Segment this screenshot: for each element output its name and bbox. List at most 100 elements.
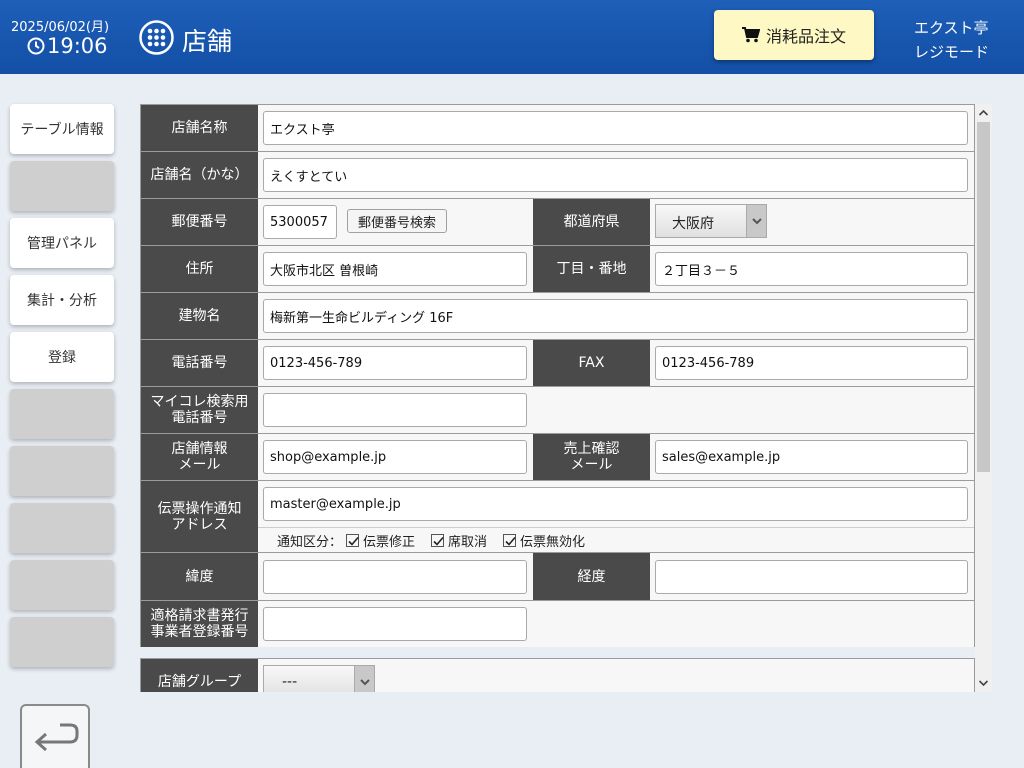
sidebar-item-empty <box>10 389 114 439</box>
invoice-label-line2: 事業者登録番号 <box>150 624 249 640</box>
shop-mail-label-line2: メール <box>178 457 221 473</box>
address-input[interactable]: 大阪市北区 曽根崎 <box>263 252 527 286</box>
store-form: 店舗名称 エクスト亭 店舗名（かな） えくすとてい 郵便番号 5300057 郵… <box>140 104 975 647</box>
shop-mail-input[interactable]: shop@example.jp <box>263 440 527 474</box>
postal-search-button[interactable]: 郵便番号検索 <box>347 209 447 233</box>
prefecture-label: 都道府県 <box>533 199 650 245</box>
phone-label: 電話番号 <box>141 340 258 386</box>
sales-mail-input[interactable]: sales@example.jp <box>655 440 968 474</box>
grid-menu-icon[interactable] <box>139 20 174 55</box>
header-time: 19:06 <box>47 34 108 58</box>
cart-icon <box>741 27 760 43</box>
sidebar-item-empty <box>10 161 114 211</box>
row-store-name: 店舗名称 エクスト亭 <box>141 105 974 152</box>
invoice-label-line1: 適格請求書発行 <box>150 608 249 624</box>
mycolle-label-line2: 電話番号 <box>171 410 228 426</box>
notify-label-line1: 伝票操作通知 <box>157 500 242 517</box>
notify-label-line2: アドレス <box>171 516 228 533</box>
row-postal: 郵便番号 5300057 郵便番号検索 都道府県 大阪府 <box>141 199 974 246</box>
store-group-value: --- <box>282 674 298 690</box>
clock-icon <box>27 37 45 55</box>
invoice-label: 適格請求書発行 事業者登録番号 <box>141 601 258 647</box>
order-supplies-label: 消耗品注文 <box>765 27 846 46</box>
sidebar-item-register[interactable]: 登録 <box>10 332 114 382</box>
sidebar-item-analytics[interactable]: 集計・分析 <box>10 275 114 325</box>
row-invoice: 適格請求書発行 事業者登録番号 <box>141 601 974 647</box>
notify-label: 伝票操作通知 アドレス <box>141 481 258 552</box>
checkbox-seat-cancel[interactable] <box>431 534 445 547</box>
notify-address-input[interactable]: master@example.jp <box>263 487 968 521</box>
notify-option-3: 伝票無効化 <box>520 535 586 550</box>
shop-mail-label: 店舗情報 メール <box>141 434 258 480</box>
postal-input[interactable]: 5300057 <box>263 205 337 239</box>
sales-mail-label: 売上確認 メール <box>533 434 650 480</box>
row-address: 住所 大阪市北区 曽根崎 丁目・番地 ２丁目３－５ <box>141 246 974 293</box>
checkbox-slip-void[interactable] <box>503 534 517 547</box>
sidebar-item-empty <box>10 503 114 553</box>
latitude-input[interactable] <box>263 560 527 594</box>
sidebar-item-empty <box>10 617 114 667</box>
longitude-label: 経度 <box>533 553 650 600</box>
prefecture-select[interactable]: 大阪府 <box>655 204 767 238</box>
sales-mail-label-line2: メール <box>570 457 613 473</box>
user-info: エクスト亭 レジモード <box>914 16 989 64</box>
group-label: 店舗グループ <box>141 659 258 692</box>
phone-input[interactable]: 0123-456-789 <box>263 346 527 380</box>
chevron-down-icon <box>354 666 374 692</box>
row-mails: 店舗情報 メール shop@example.jp 売上確認 メール sales@… <box>141 434 974 481</box>
sales-mail-label-line1: 売上確認 <box>563 441 620 457</box>
scroll-thumb[interactable] <box>977 122 990 472</box>
checkbox-slip-edit[interactable] <box>346 534 360 547</box>
store-group-select[interactable]: --- <box>263 665 375 692</box>
sidebar-item-label: テーブル情報 <box>20 122 104 138</box>
building-input[interactable]: 梅新第一生命ビルディング 16F <box>263 299 968 333</box>
invoice-number-input[interactable] <box>263 607 527 641</box>
divider <box>258 527 974 528</box>
sidebar-item-label: 集計・分析 <box>27 293 97 309</box>
row-mycolle: マイコレ検索用 電話番号 <box>141 387 974 434</box>
store-kana-label: 店舗名（かな） <box>141 152 258 198</box>
row-phone: 電話番号 0123-456-789 FAX 0123-456-789 <box>141 340 974 387</box>
mycolle-phone-input[interactable] <box>263 393 527 427</box>
mycolle-label: マイコレ検索用 電話番号 <box>141 387 258 433</box>
return-arrow-icon <box>34 723 79 752</box>
mode-label: レジモード <box>914 43 990 61</box>
store-name-input[interactable]: エクスト亭 <box>263 111 968 145</box>
chevron-down-icon <box>746 205 766 237</box>
address-label: 住所 <box>141 246 258 292</box>
sidebar-item-empty <box>10 446 114 496</box>
block-label: 丁目・番地 <box>533 246 650 292</box>
store-name: エクスト亭 <box>914 19 989 37</box>
mycolle-label-line1: マイコレ検索用 <box>150 394 249 410</box>
building-label: 建物名 <box>141 293 258 339</box>
back-button[interactable] <box>20 704 90 768</box>
scroll-down-icon[interactable] <box>978 678 989 688</box>
longitude-input[interactable] <box>655 560 968 594</box>
notify-option-2: 席取消 <box>448 535 488 550</box>
store-kana-input[interactable]: えくすとてい <box>263 158 968 192</box>
row-geo: 緯度 経度 <box>141 553 974 601</box>
notify-kind-label: 通知区分： <box>277 535 343 550</box>
row-store-kana: 店舗名（かな） えくすとてい <box>141 152 974 199</box>
notify-kind-options: 通知区分： 伝票修正 席取消 伝票無効化 <box>277 531 585 550</box>
prefecture-value: 大阪府 <box>672 216 714 232</box>
row-building: 建物名 梅新第一生命ビルディング 16F <box>141 293 974 340</box>
sidebar-item-empty <box>10 560 114 610</box>
postal-label: 郵便番号 <box>141 199 258 245</box>
fax-input[interactable]: 0123-456-789 <box>655 346 968 380</box>
form-scrollbar[interactable] <box>975 104 992 692</box>
fax-label: FAX <box>533 340 650 386</box>
app-header: 2025/06/02(月) 19:06 店舗 消耗品注文 エクスト亭 レジモード <box>0 0 1024 74</box>
store-name-label: 店舗名称 <box>141 105 258 151</box>
scroll-up-icon[interactable] <box>978 108 989 118</box>
sidebar-item-admin-panel[interactable]: 管理パネル <box>10 218 114 268</box>
latitude-label: 緯度 <box>141 553 258 600</box>
order-supplies-button[interactable]: 消耗品注文 <box>714 10 874 60</box>
notify-option-1: 伝票修正 <box>363 535 416 550</box>
shop-mail-label-line1: 店舗情報 <box>171 441 228 457</box>
block-input[interactable]: ２丁目３－５ <box>655 252 968 286</box>
store-group-panel: 店舗グループ --- <box>140 658 975 692</box>
sidebar-item-table-info[interactable]: テーブル情報 <box>10 104 114 154</box>
page-title: 店舗 <box>182 27 233 56</box>
sidebar-item-label: 登録 <box>48 350 76 366</box>
